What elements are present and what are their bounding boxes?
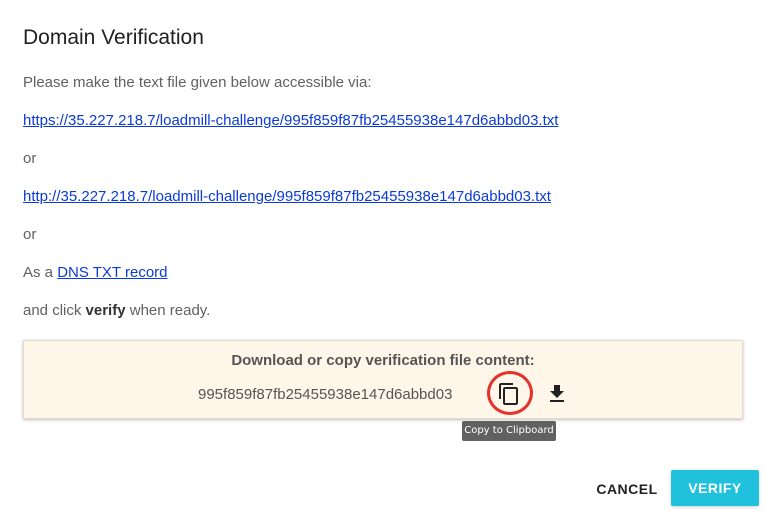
box-heading: Download or copy verification file conte… [231, 352, 535, 369]
copy-tooltip: Copy to Clipboard [462, 421, 556, 441]
https-url-line: https://35.227.218.7/loadmill-challenge/… [23, 111, 558, 131]
download-icon [550, 385, 564, 402]
http-url-line: http://35.227.218.7/loadmill-challenge/9… [23, 187, 551, 207]
cancel-button[interactable]: CANCEL [587, 471, 667, 507]
domain-verification-dialog: Domain Verification Please make the text… [0, 0, 765, 511]
or-text-2: or [23, 226, 37, 243]
http-url-link[interactable]: http://35.227.218.7/loadmill-challenge/9… [23, 188, 551, 205]
click-prefix: and click [23, 302, 82, 319]
click-suffix: when ready. [129, 302, 211, 319]
or-text-1: or [23, 150, 37, 167]
dialog-title: Domain Verification [23, 26, 204, 49]
copy-to-clipboard-button[interactable] [494, 379, 524, 409]
intro-text: Please make the text file given below ac… [23, 74, 372, 91]
dns-line: As a DNS TXT record [23, 263, 168, 283]
verification-code: 995f859f87fb25455938e147d6abbd03 [198, 386, 453, 403]
download-button[interactable] [542, 379, 572, 409]
dns-prefix: As a [23, 264, 54, 281]
click-instruction: and click verify when ready. [23, 301, 210, 321]
verify-bold-word: verify [85, 302, 126, 319]
https-url-link[interactable]: https://35.227.218.7/loadmill-challenge/… [23, 112, 558, 129]
verification-file-box: Download or copy verification file conte… [23, 340, 743, 419]
dns-txt-record-link[interactable]: DNS TXT record [57, 264, 167, 281]
verify-button[interactable]: VERIFY [671, 470, 759, 506]
copy-icon [499, 383, 518, 405]
